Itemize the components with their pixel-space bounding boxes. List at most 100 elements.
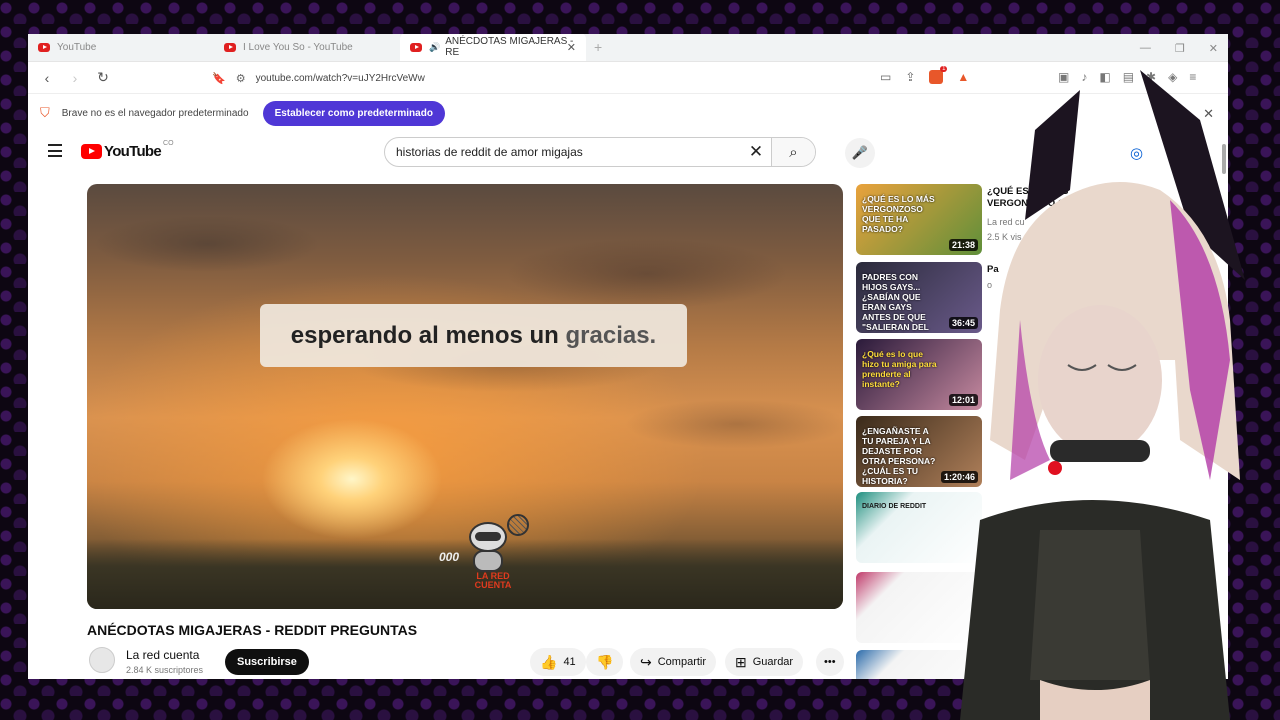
logo-wordmark: YouTube [104, 143, 162, 160]
thumbs-down-icon: 👎 [596, 653, 614, 670]
subtitle-main: esperando al menos un [290, 321, 559, 349]
thumbs-up-icon: 👍 [540, 653, 558, 670]
related-thumbnail-6[interactable] [856, 572, 982, 643]
video-player[interactable]: esperando al menos un gracias. 000 LA RE… [87, 184, 843, 609]
share-arrow-icon: ↪ [640, 653, 652, 670]
video-subtitle: esperando al menos un gracias. [260, 304, 687, 367]
video-duration: 21:38 [948, 239, 978, 251]
mic-icon: 🎤 [851, 145, 869, 160]
share-icon[interactable]: ⇪ [905, 70, 915, 84]
menu-icon[interactable]: ≡ [1189, 70, 1196, 84]
default-browser-infobar: ⛉ Brave no es el navegador predeterminad… [28, 94, 1228, 132]
related-thumbnail-4[interactable]: ¿ENGAÑASTE A TU PAREJA Y LA DEJASTE POR … [856, 416, 982, 487]
forward-icon[interactable]: › [68, 70, 82, 86]
sidebar-icon[interactable]: ◧ [1099, 70, 1110, 84]
maximize-icon[interactable]: ❐ [1175, 42, 1185, 55]
puzzle-icon[interactable]: ✱ [1146, 70, 1156, 84]
clear-search-icon[interactable]: ✕ [741, 142, 771, 162]
hamburger-menu-icon[interactable] [48, 144, 62, 161]
close-window-icon[interactable]: ✕ [1209, 42, 1218, 55]
brave-shield-icon: ⛉ [40, 105, 50, 120]
wallet-icon[interactable]: ▤ [1123, 70, 1134, 84]
related-channel-2[interactable]: o [987, 280, 992, 290]
channel-name[interactable]: La red cuenta [126, 648, 199, 662]
tab-youtube[interactable]: YouTube [28, 34, 214, 61]
channel-avatar[interactable] [89, 647, 115, 673]
minimize-icon[interactable]: — [1140, 42, 1151, 54]
related-thumbnail-5[interactable]: DIARIO DE REDDIT [856, 492, 982, 563]
tab-title: ANÉCDOTAS MIGAJERAS - RE [445, 36, 574, 58]
like-count: 41 [563, 656, 576, 668]
address-actions: ▭ ⇪ 1 ▲ [880, 66, 969, 84]
more-horizontal-icon: ••• [824, 656, 836, 668]
share-label: Compartir [657, 656, 707, 668]
youtube-logo[interactable]: YouTube CO [81, 140, 174, 160]
related-title-1[interactable]: ¿QUÉ ES LO MÁS VERGONZOSO QUE TE H [987, 186, 1137, 210]
related-views-1: 2.5 K vis [987, 232, 1022, 242]
mascot-mask [475, 532, 501, 541]
search-icon: ⌕ [789, 143, 798, 161]
shield-badge: 1 [940, 66, 948, 72]
browser-window: YouTube I Love You So - YouTube 🔊 ANÉCDO… [28, 34, 1228, 679]
url-text[interactable]: youtube.com/watch?v=uJY2HrcVeWw [256, 73, 425, 84]
account-icon[interactable]: ◎ [1130, 144, 1143, 162]
youtube-favicon-icon [38, 42, 50, 52]
brave-shields-icon[interactable]: 1 [929, 66, 948, 84]
page-scrollbar[interactable] [1222, 144, 1226, 174]
new-tab-icon[interactable]: + [594, 34, 602, 61]
search-box[interactable]: historias de reddit de amor migajas ✕ ⌕ [384, 137, 816, 167]
tab-title: I Love You So - YouTube [243, 41, 353, 53]
share-button[interactable]: ↪ Compartir [630, 648, 717, 676]
save-button[interactable]: ⊞ Guardar [725, 648, 804, 676]
country-code: CO [163, 140, 174, 147]
site-settings-icon[interactable]: ⚙ [236, 72, 246, 85]
youtube-favicon-icon [224, 42, 236, 52]
related-thumbnail-2[interactable]: PADRES CON HIJOS GAYS... ¿SABÍAN QUE ERA… [856, 262, 982, 333]
mascot-body [473, 550, 503, 572]
vpn-icon[interactable]: ◈ [1168, 70, 1177, 84]
related-thumbnail-7[interactable] [856, 650, 982, 679]
speaker-icon[interactable]: 🔊 [429, 42, 440, 53]
subscribe-button[interactable]: Suscribirse [225, 649, 309, 675]
thumbnail-text: PADRES CON HIJOS GAYS... ¿SABÍAN QUE ERA… [862, 272, 929, 333]
related-thumbnail-3[interactable]: ¿Qué es lo que hizo tu amiga para prende… [856, 339, 982, 410]
address-bar[interactable]: 🔖 ⚙ youtube.com/watch?v=uJY2HrcVeWw [204, 66, 984, 90]
like-button[interactable]: 👍 41 [530, 648, 586, 676]
tab-anecdotas-active[interactable]: 🔊 ANÉCDOTAS MIGAJERAS - RE ✕ [400, 34, 586, 61]
set-default-button[interactable]: Establecer como predeterminado [262, 100, 445, 126]
tab-title: YouTube [57, 41, 97, 53]
youtube-play-icon [81, 144, 102, 159]
rewards-icon[interactable]: ▲ [957, 70, 969, 84]
voice-search-button[interactable]: 🎤 [845, 138, 875, 168]
tab-i-love-you-so[interactable]: I Love You So - YouTube [214, 34, 400, 61]
save-label: Guardar [752, 656, 794, 668]
related-channel-1[interactable]: La red cu [987, 217, 1025, 227]
reload-icon[interactable]: ↻ [96, 69, 110, 86]
music-icon[interactable]: ♪ [1081, 70, 1087, 84]
thumbnail-text: ¿Qué es lo que hizo tu amiga para prende… [862, 349, 937, 389]
more-actions-button[interactable]: ••• [816, 648, 844, 676]
video-duration: 36:45 [948, 317, 978, 329]
youtube-header: YouTube CO historias de reddit de amor m… [28, 132, 1228, 174]
video-duration: 1:20:46 [940, 471, 978, 483]
related-thumbnail-1[interactable]: ¿QUÉ ES LO MÁS VERGONZOSO QUE TE HA PASA… [856, 184, 982, 255]
related-title-2[interactable]: Pa [987, 264, 1137, 276]
close-infobar-icon[interactable]: ✕ [1203, 106, 1214, 122]
back-icon[interactable]: ‹ [40, 70, 54, 86]
search-input[interactable]: historias de reddit de amor migajas [385, 145, 741, 159]
extension-icon[interactable]: ▣ [1058, 70, 1069, 84]
dislike-button[interactable]: 👎 [586, 648, 624, 676]
search-button[interactable]: ⌕ [771, 138, 815, 166]
subtitle-highlight: gracias. [565, 321, 657, 349]
bookmark-icon[interactable]: 🔖 [212, 72, 226, 85]
infobar-message: Brave no es el navegador predeterminado [61, 107, 249, 119]
save-playlist-icon: ⊞ [735, 653, 747, 670]
video-duration: 12:01 [948, 394, 978, 406]
cast-icon[interactable]: ▭ [880, 70, 891, 84]
mascot-sound: 000 [439, 550, 460, 564]
close-tab-icon[interactable]: ✕ [567, 41, 576, 54]
subscriber-count: 2.84 K suscriptores [126, 665, 204, 675]
raccoon-mascot: LA RED CUENTA [459, 514, 533, 594]
mascot-brand: LA RED CUENTA [474, 571, 512, 590]
more-vertical-icon[interactable]: ⋮ [1145, 187, 1157, 201]
